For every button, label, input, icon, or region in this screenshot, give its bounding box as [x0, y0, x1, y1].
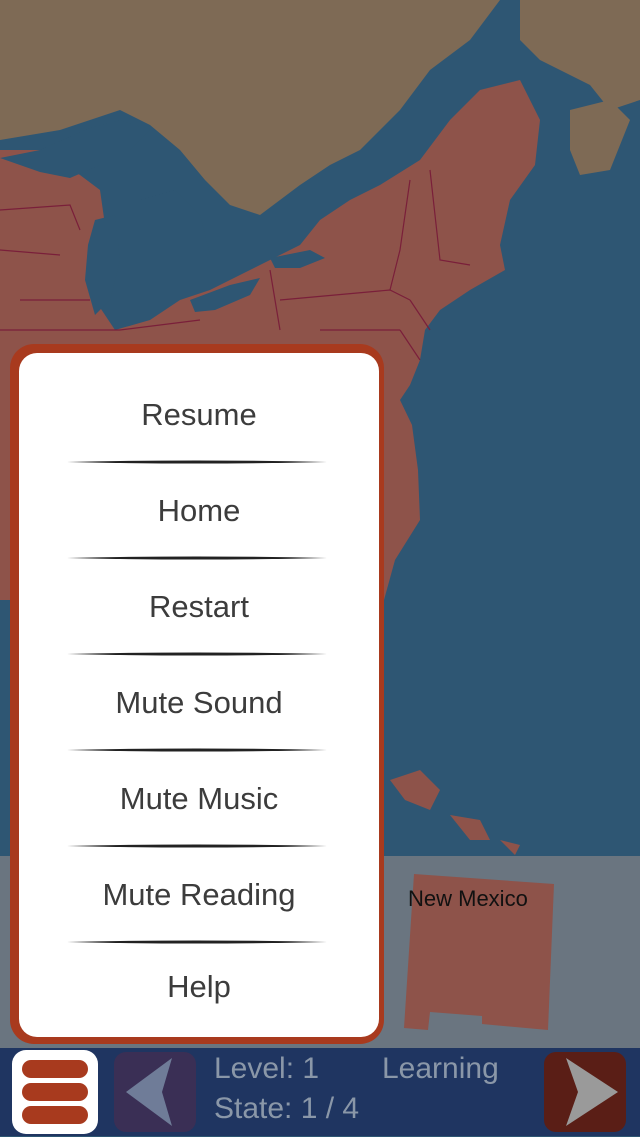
mute-sound-button[interactable]: Mute Sound	[19, 673, 379, 733]
menu-divider	[67, 844, 327, 848]
help-button[interactable]: Help	[19, 957, 379, 1017]
home-button[interactable]: Home	[19, 481, 379, 541]
mute-music-button[interactable]: Mute Music	[19, 769, 379, 829]
next-button[interactable]	[544, 1052, 626, 1132]
mute-reading-button[interactable]: Mute Reading	[19, 865, 379, 925]
mode-label: Learning	[382, 1052, 499, 1085]
piece-label: New Mexico	[408, 886, 528, 911]
menu-divider	[67, 556, 327, 560]
menu-divider	[67, 748, 327, 752]
state-counter: State: 1 / 4	[214, 1092, 360, 1125]
menu-divider	[67, 460, 327, 464]
chevron-left-icon	[126, 1058, 172, 1126]
previous-button[interactable]	[114, 1052, 196, 1132]
resume-button[interactable]: Resume	[19, 385, 379, 445]
level-label: Level: 1	[214, 1052, 320, 1085]
chevron-right-icon	[566, 1058, 618, 1126]
pause-menu: Resume Home Restart Mute Sound Mute Musi…	[19, 353, 379, 1037]
menu-button[interactable]	[12, 1050, 98, 1134]
menu-divider	[67, 940, 327, 944]
menu-divider	[67, 652, 327, 656]
restart-button[interactable]: Restart	[19, 577, 379, 637]
